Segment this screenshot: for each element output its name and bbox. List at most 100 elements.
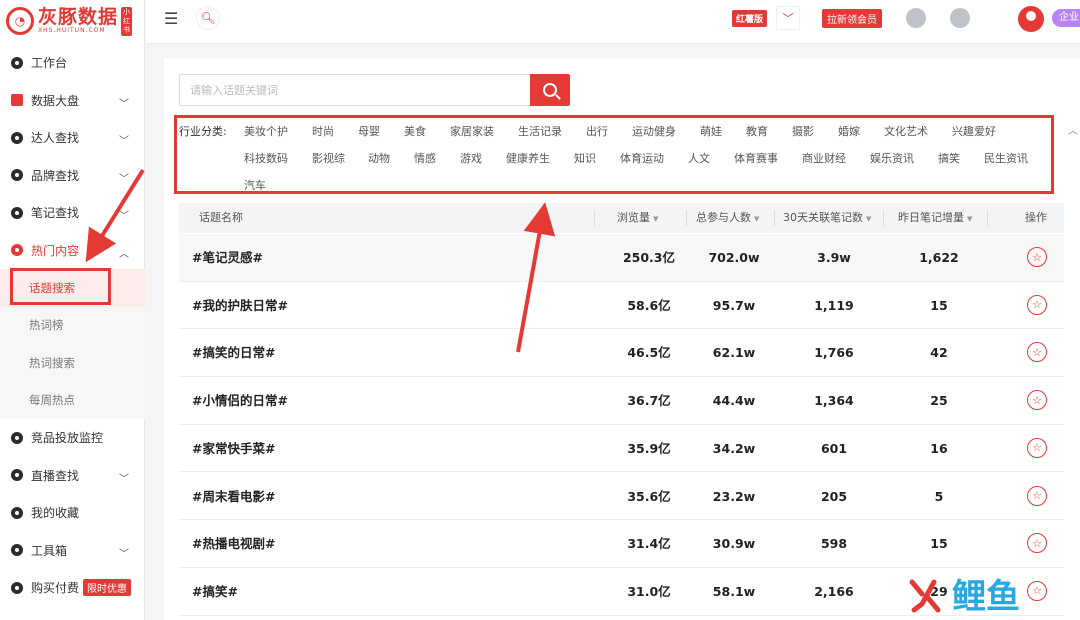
- col-separator: [774, 210, 775, 226]
- edition-badge[interactable]: 红薯版: [732, 10, 768, 27]
- favorite-star-icon[interactable]: ☆: [1027, 294, 1047, 315]
- sidebar-subitem-weekly-hot[interactable]: 每周热点: [0, 381, 145, 419]
- home-icon: [11, 56, 23, 69]
- table-row[interactable]: #周末看电影# 35.6亿 23.2w 205 5 ☆: [179, 473, 1064, 521]
- brand-name: 灰豚数据: [38, 6, 119, 28]
- col-header-notes30[interactable]: 30天关联笔记数 ▼: [783, 203, 871, 233]
- sidebar-item-hot-content[interactable]: 热门内容 ︿: [0, 232, 145, 270]
- cell-views: 36.7亿: [627, 393, 671, 409]
- sidebar-item-note-search[interactable]: 笔记查找 ﹀: [0, 194, 145, 232]
- topic-name[interactable]: #搞笑#: [192, 568, 238, 615]
- brand-mark-icon: ◔: [6, 7, 34, 35]
- vip-button[interactable]: 拉新领会员: [822, 9, 882, 28]
- cell-notes30: 1,766: [814, 345, 854, 361]
- cell-views: 31.4亿: [627, 536, 671, 552]
- collapse-chevron-icon[interactable]: ︿: [1068, 122, 1078, 137]
- chevron-down-icon: ﹀: [119, 98, 129, 110]
- cell-views: 46.5亿: [627, 345, 671, 361]
- topic-name[interactable]: #我的护肤日常#: [192, 282, 288, 329]
- promo-badge: 限时优惠: [83, 579, 132, 597]
- watermark-graphic: 鲤鱼: [909, 577, 1020, 617]
- topic-name[interactable]: #家常快手菜#: [192, 425, 275, 472]
- monitor-icon: [11, 431, 23, 444]
- sidebar-item-label: 工具箱: [31, 543, 68, 558]
- favorite-star-icon[interactable]: ☆: [1027, 390, 1047, 411]
- pen-icon: [11, 206, 23, 219]
- sidebar-item-purchase[interactable]: 购买付费 限时优惠: [0, 569, 145, 607]
- topic-name[interactable]: #小情侣的日常#: [192, 377, 288, 424]
- sidebar-item-label: 热门内容: [31, 243, 80, 258]
- col-header-action: 操作: [1025, 211, 1047, 224]
- menu-toggle-icon[interactable]: ☰: [164, 9, 178, 28]
- col-header-label: 浏览量: [617, 211, 650, 224]
- table-row[interactable]: #家常快手菜# 35.9亿 34.2w 601 16 ☆: [179, 425, 1064, 473]
- header-search-icon[interactable]: 🔍︎: [196, 6, 220, 30]
- cell-yesterday: 16: [930, 440, 948, 456]
- table-header: 话题名称 浏览量 ▼ 总参与人数 ▼ 30天关联笔记数 ▼ 昨日笔记增量 ▼ 操作: [179, 203, 1064, 233]
- col-header-yesterday[interactable]: 昨日笔记增量 ▼: [898, 203, 972, 233]
- sidebar-item-label: 直播查找: [31, 468, 80, 483]
- sidebar-item-live-search[interactable]: 直播查找 ﹀: [0, 457, 145, 495]
- cell-views: 250.3亿: [622, 250, 676, 265]
- favorite-star-icon[interactable]: ☆: [1027, 485, 1047, 506]
- sidebar-nav: 工作台 数据大盘 ﹀ 达人查找 ﹀ 品牌查找 ﹀ 笔记查找 ﹀ 热门内容 ︿ 话…: [0, 44, 145, 607]
- col-separator: [987, 210, 988, 226]
- table-row[interactable]: #我的护肤日常# 58.6亿 95.7w 1,119 15 ☆: [179, 282, 1064, 330]
- topic-search-input[interactable]: [179, 74, 531, 106]
- cell-notes30: 205: [820, 488, 848, 504]
- enterprise-badge[interactable]: 企业: [1052, 9, 1080, 27]
- favorite-star-icon[interactable]: ☆: [1027, 247, 1047, 267]
- sort-down-icon: ▼: [967, 215, 973, 223]
- cell-participants: 62.1w: [712, 345, 756, 361]
- sidebar-item-dashboard[interactable]: 数据大盘 ﹀: [0, 82, 145, 120]
- sidebar-subitem-label: 热词搜索: [29, 355, 75, 370]
- sidebar-item-favorites[interactable]: 我的收藏: [0, 494, 145, 532]
- main-content: 行业分类: 美妆个护时尚母婴美食家居家装生活记录出行运动健身萌娃教育摄影婚嫁文化…: [164, 58, 1080, 620]
- table-row[interactable]: #热播电视剧# 31.4亿 30.9w 598 15 ☆: [179, 520, 1064, 568]
- notification-bell-icon[interactable]: [950, 8, 970, 28]
- col-header-participants[interactable]: 总参与人数 ▼: [696, 203, 759, 233]
- topic-name[interactable]: #笔记灵感#: [192, 234, 263, 281]
- cell-participants: 44.4w: [712, 393, 756, 409]
- sidebar-item-toolbox[interactable]: 工具箱 ﹀: [0, 532, 145, 570]
- cell-notes30: 598: [820, 536, 848, 552]
- cell-notes30: 1,364: [814, 393, 854, 409]
- col-header-views[interactable]: 浏览量 ▼: [617, 203, 658, 233]
- chevron-down-icon: ﹀: [119, 548, 129, 560]
- brand-logo[interactable]: ◔ 灰豚数据 XHS.HUITUN.COM 小红书: [0, 0, 144, 42]
- star-icon: [11, 506, 23, 519]
- col-header-topic: 话题名称: [199, 211, 243, 224]
- sidebar-item-workbench[interactable]: 工作台: [0, 44, 145, 82]
- col-separator: [686, 210, 687, 226]
- user-avatar[interactable]: [1018, 6, 1044, 32]
- table-row[interactable]: #笔记灵感# 250.3亿 702.0w 3.9w 1,622 ☆: [179, 234, 1064, 282]
- edition-dropdown-icon[interactable]: ﹀: [776, 6, 800, 30]
- cell-notes30: 3.9w: [817, 250, 851, 265]
- sidebar-subitem-label: 热词榜: [29, 318, 64, 333]
- cart-icon: [11, 581, 23, 594]
- table-row[interactable]: #小情侣的日常# 36.7亿 44.4w 1,364 25 ☆: [179, 377, 1064, 425]
- topic-name[interactable]: #热播电视剧#: [192, 520, 275, 567]
- cell-yesterday: 15: [930, 297, 948, 313]
- cell-participants: 23.2w: [712, 488, 756, 504]
- favorite-star-icon[interactable]: ☆: [1027, 342, 1047, 363]
- sidebar-subitem-hot-words[interactable]: 热词榜: [0, 306, 145, 344]
- sidebar-item-influencer-search[interactable]: 达人查找 ﹀: [0, 119, 145, 157]
- toolbox-icon: [11, 544, 23, 557]
- table-row[interactable]: #搞笑的日常# 46.5亿 62.1w 1,766 42 ☆: [179, 329, 1064, 378]
- sidebar-item-label: 品牌查找: [31, 168, 80, 183]
- sidebar-subitem-hot-word-search[interactable]: 热词搜索: [0, 344, 145, 382]
- customer-service-icon[interactable]: [906, 8, 926, 28]
- cell-views: 58.6亿: [627, 297, 671, 313]
- cell-participants: 58.1w: [712, 583, 756, 599]
- favorite-star-icon[interactable]: ☆: [1027, 437, 1047, 458]
- sidebar-item-brand-search[interactable]: 品牌查找 ﹀: [0, 157, 145, 195]
- sidebar: ◔ 灰豚数据 XHS.HUITUN.COM 小红书 工作台 数据大盘 ﹀ 达人查…: [0, 0, 145, 620]
- sidebar-item-label: 我的收藏: [31, 506, 80, 521]
- annotation-highlight-box: [174, 115, 1054, 194]
- sidebar-item-competitor-monitor[interactable]: 竞品投放监控: [0, 419, 145, 457]
- topic-name[interactable]: #周末看电影#: [192, 473, 275, 520]
- search-button[interactable]: [530, 74, 570, 106]
- favorite-star-icon[interactable]: ☆: [1027, 533, 1047, 554]
- topic-name[interactable]: #搞笑的日常#: [192, 329, 275, 376]
